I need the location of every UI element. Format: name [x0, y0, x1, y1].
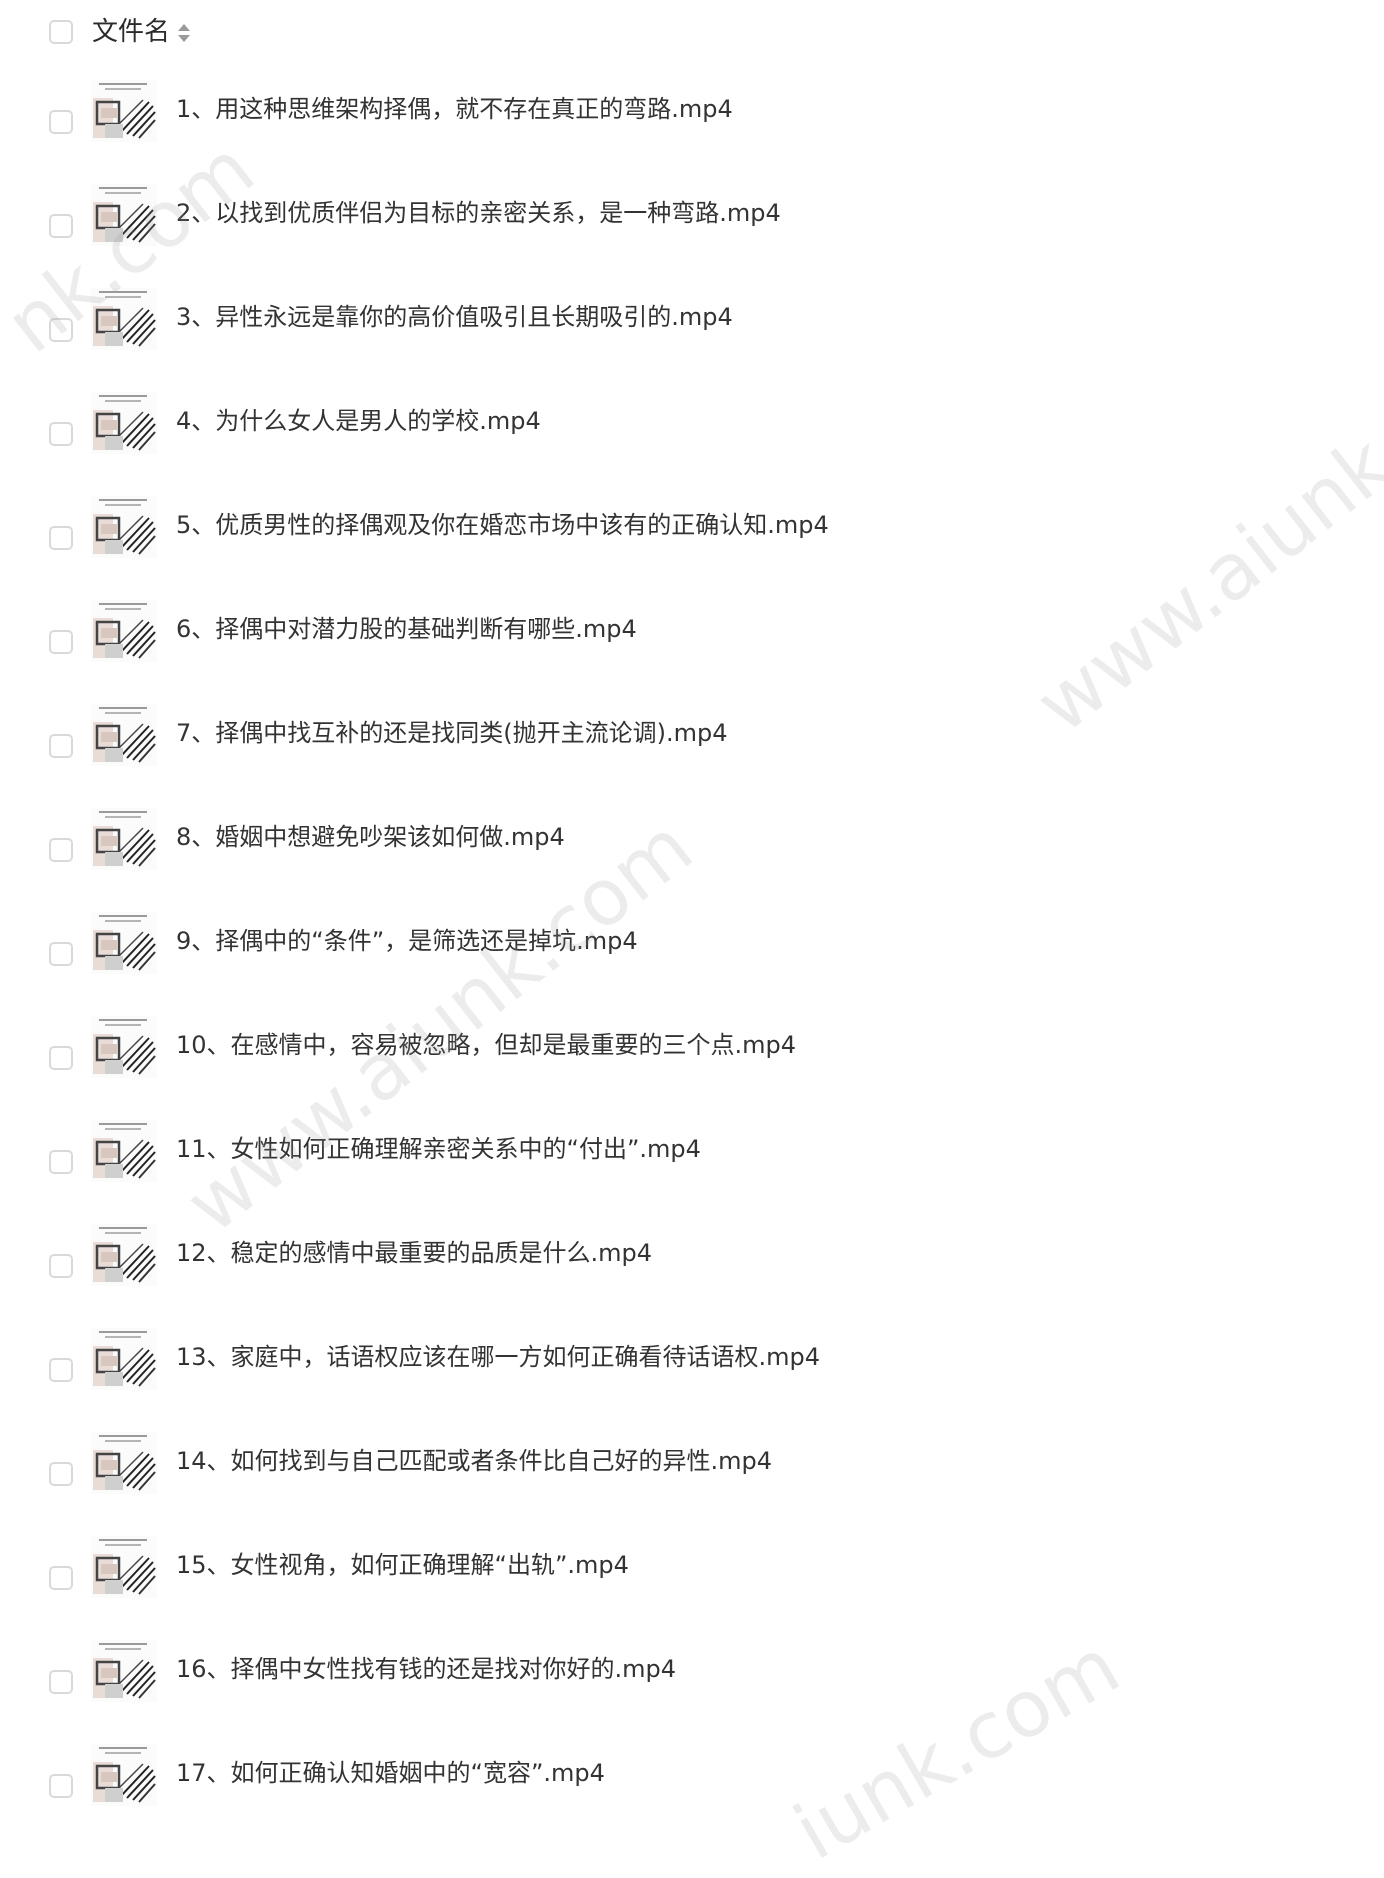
row-checkbox[interactable]: [49, 1254, 73, 1278]
file-name[interactable]: 8、婚姻中想避免吵架该如何做.mp4: [176, 821, 565, 853]
file-name[interactable]: 3、异性永远是靠你的高价值吸引且长期吸引的.mp4: [176, 301, 733, 333]
file-row[interactable]: 11、女性如何正确理解亲密关系中的“付出”.mp4: [0, 1120, 1384, 1224]
file-row[interactable]: 8、婚姻中想避免吵架该如何做.mp4: [0, 808, 1384, 912]
row-checkbox[interactable]: [49, 1150, 73, 1174]
video-thumbnail[interactable]: [91, 1744, 157, 1806]
file-name[interactable]: 17、如何正确认知婚姻中的“宽容”.mp4: [176, 1757, 605, 1789]
video-thumbnail[interactable]: [91, 808, 157, 870]
file-row[interactable]: 1、用这种思维架构择偶，就不存在真正的弯路.mp4: [0, 80, 1384, 184]
video-thumbnail[interactable]: [91, 1432, 157, 1494]
file-name[interactable]: 6、择偶中对潜力股的基础判断有哪些.mp4: [176, 613, 637, 645]
video-thumbnail[interactable]: [91, 184, 157, 246]
row-checkbox[interactable]: [49, 214, 73, 238]
file-name[interactable]: 10、在感情中，容易被忽略，但却是最重要的三个点.mp4: [176, 1029, 796, 1061]
file-row[interactable]: 13、家庭中，话语权应该在哪一方如何正确看待话语权.mp4: [0, 1328, 1384, 1432]
file-row[interactable]: 17、如何正确认知婚姻中的“宽容”.mp4: [0, 1744, 1384, 1848]
video-thumbnail[interactable]: [91, 288, 157, 350]
row-checkbox[interactable]: [49, 422, 73, 446]
file-row[interactable]: 12、稳定的感情中最重要的品质是什么.mp4: [0, 1224, 1384, 1328]
select-all-checkbox[interactable]: [49, 20, 73, 44]
file-name[interactable]: 4、为什么女人是男人的学校.mp4: [176, 405, 541, 437]
file-name[interactable]: 14、如何找到与自己匹配或者条件比自己好的异性.mp4: [176, 1445, 772, 1477]
row-checkbox[interactable]: [49, 838, 73, 862]
video-thumbnail[interactable]: [91, 600, 157, 662]
row-checkbox[interactable]: [49, 526, 73, 550]
file-row[interactable]: 6、择偶中对潜力股的基础判断有哪些.mp4: [0, 600, 1384, 704]
row-checkbox[interactable]: [49, 1566, 73, 1590]
file-row[interactable]: 2、以找到优质伴侣为目标的亲密关系，是一种弯路.mp4: [0, 184, 1384, 288]
row-checkbox[interactable]: [49, 1670, 73, 1694]
file-name[interactable]: 2、以找到优质伴侣为目标的亲密关系，是一种弯路.mp4: [176, 197, 781, 229]
file-row[interactable]: 9、择偶中的“条件”，是筛选还是掉坑.mp4: [0, 912, 1384, 1016]
row-checkbox[interactable]: [49, 1462, 73, 1486]
file-name[interactable]: 15、女性视角，如何正确理解“出轨”.mp4: [176, 1549, 629, 1581]
video-thumbnail[interactable]: [91, 1120, 157, 1182]
file-name[interactable]: 9、择偶中的“条件”，是筛选还是掉坑.mp4: [176, 925, 638, 957]
file-row[interactable]: 5、优质男性的择偶观及你在婚恋市场中该有的正确认知.mp4: [0, 496, 1384, 600]
row-checkbox[interactable]: [49, 318, 73, 342]
video-thumbnail[interactable]: [91, 1536, 157, 1598]
file-row[interactable]: 16、择偶中女性找有钱的还是找对你好的.mp4: [0, 1640, 1384, 1744]
row-checkbox[interactable]: [49, 110, 73, 134]
video-thumbnail[interactable]: [91, 496, 157, 558]
column-header-filename[interactable]: 文件名: [92, 15, 170, 49]
file-row[interactable]: 10、在感情中，容易被忽略，但却是最重要的三个点.mp4: [0, 1016, 1384, 1120]
row-checkbox[interactable]: [49, 1774, 73, 1798]
row-checkbox[interactable]: [49, 734, 73, 758]
file-name[interactable]: 13、家庭中，话语权应该在哪一方如何正确看待话语权.mp4: [176, 1341, 820, 1373]
file-row[interactable]: 3、异性永远是靠你的高价值吸引且长期吸引的.mp4: [0, 288, 1384, 392]
file-row[interactable]: 7、择偶中找互补的还是找同类(抛开主流论调).mp4: [0, 704, 1384, 808]
row-checkbox[interactable]: [49, 942, 73, 966]
row-checkbox[interactable]: [49, 1046, 73, 1070]
file-name[interactable]: 12、稳定的感情中最重要的品质是什么.mp4: [176, 1237, 652, 1269]
video-thumbnail[interactable]: [91, 1640, 157, 1702]
sort-icon[interactable]: [177, 22, 191, 44]
file-row[interactable]: 14、如何找到与自己匹配或者条件比自己好的异性.mp4: [0, 1432, 1384, 1536]
file-list-header: 文件名: [0, 0, 1384, 64]
video-thumbnail[interactable]: [91, 392, 157, 454]
file-name[interactable]: 1、用这种思维架构择偶，就不存在真正的弯路.mp4: [176, 93, 733, 125]
video-thumbnail[interactable]: [91, 1224, 157, 1286]
file-row[interactable]: 4、为什么女人是男人的学校.mp4: [0, 392, 1384, 496]
file-name[interactable]: 5、优质男性的择偶观及你在婚恋市场中该有的正确认知.mp4: [176, 509, 829, 541]
file-name[interactable]: 16、择偶中女性找有钱的还是找对你好的.mp4: [176, 1653, 676, 1685]
row-checkbox[interactable]: [49, 1358, 73, 1382]
video-thumbnail[interactable]: [91, 80, 157, 142]
video-thumbnail[interactable]: [91, 1016, 157, 1078]
file-row[interactable]: 15、女性视角，如何正确理解“出轨”.mp4: [0, 1536, 1384, 1640]
file-name[interactable]: 7、择偶中找互补的还是找同类(抛开主流论调).mp4: [176, 717, 728, 749]
file-name[interactable]: 11、女性如何正确理解亲密关系中的“付出”.mp4: [176, 1133, 701, 1165]
video-thumbnail[interactable]: [91, 912, 157, 974]
video-thumbnail[interactable]: [91, 704, 157, 766]
row-checkbox[interactable]: [49, 630, 73, 654]
video-thumbnail[interactable]: [91, 1328, 157, 1390]
